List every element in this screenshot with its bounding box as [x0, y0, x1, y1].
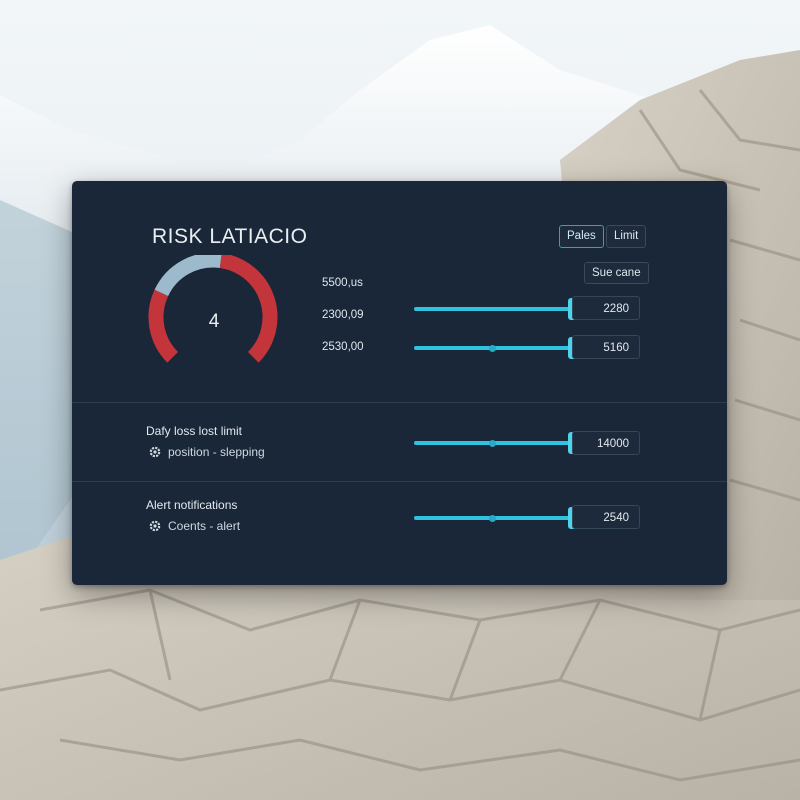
slider-4[interactable]	[414, 507, 580, 529]
value-field-4[interactable]: 2540	[572, 505, 640, 529]
alert-subtitle: Coents - alert	[168, 519, 241, 533]
sue-cane-button[interactable]: Sue cane	[584, 262, 649, 284]
stat-value-3: 2530,00	[322, 341, 364, 353]
daily-loss-option[interactable]: position - slepping	[148, 445, 265, 459]
alert-option[interactable]: Coents - alert	[148, 519, 240, 533]
tab-pales[interactable]: Pales	[559, 225, 604, 248]
slider-midpoint	[489, 345, 497, 352]
divider	[72, 481, 727, 482]
tab-limit[interactable]: Limit	[606, 225, 647, 248]
slider-track	[414, 307, 574, 311]
value-field-2[interactable]: 5160	[572, 335, 640, 359]
slider-2[interactable]	[414, 337, 580, 359]
slider-midpoint	[489, 440, 497, 447]
daily-loss-subtitle: position - slepping	[168, 445, 265, 459]
alert-notifications-label: Alert notifications	[146, 498, 238, 512]
risk-settings-panel: RISK LATIACIO Pales Limit Sue cane 4 550…	[72, 181, 727, 585]
gear-icon	[149, 446, 161, 458]
page-title: RISK LATIACIO	[152, 225, 308, 248]
gauge-value: 4	[208, 311, 220, 332]
divider	[72, 402, 727, 403]
gauge-track	[154, 255, 222, 297]
value-field-3[interactable]: 14000	[572, 431, 640, 455]
stat-value-1: 5500,us	[322, 277, 363, 289]
slider-midpoint	[489, 515, 497, 522]
value-field-1[interactable]: 2280	[572, 296, 640, 320]
slider-3[interactable]	[414, 432, 580, 454]
daily-loss-label: Dafy loss lost limit	[146, 424, 243, 438]
slider-1[interactable]	[414, 298, 580, 320]
stat-value-2: 2300,09	[322, 309, 364, 321]
gear-icon	[149, 520, 161, 532]
